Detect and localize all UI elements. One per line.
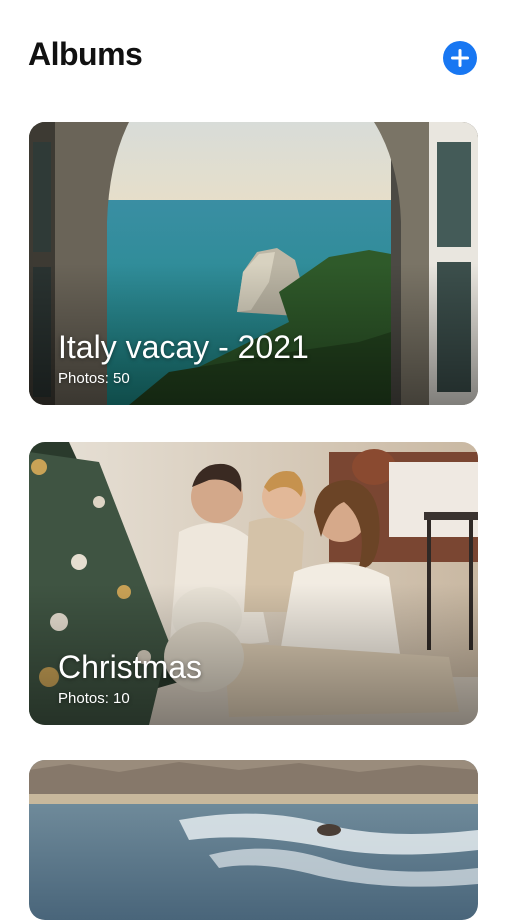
album-card-christmas[interactable]: Christmas Photos: 10	[29, 442, 478, 725]
album-cover-image	[29, 760, 478, 920]
plus-icon	[451, 49, 469, 67]
album-info: Italy vacay - 2021 Photos: 50	[58, 329, 309, 389]
album-name: Christmas	[58, 649, 203, 685]
album-photo-count: Photos: 10	[58, 690, 130, 707]
album-name: Italy vacay - 2021	[58, 329, 309, 365]
add-album-button[interactable]	[443, 41, 477, 75]
album-card-beach[interactable]	[29, 760, 478, 920]
page-title: Albums	[28, 36, 143, 72]
album-card-italy-vacay[interactable]: Italy vacay - 2021 Photos: 50	[29, 122, 478, 405]
album-info: Christmas Photos: 10	[58, 649, 202, 709]
album-photo-count: Photos: 50	[58, 370, 130, 387]
header: Albums	[0, 0, 507, 110]
